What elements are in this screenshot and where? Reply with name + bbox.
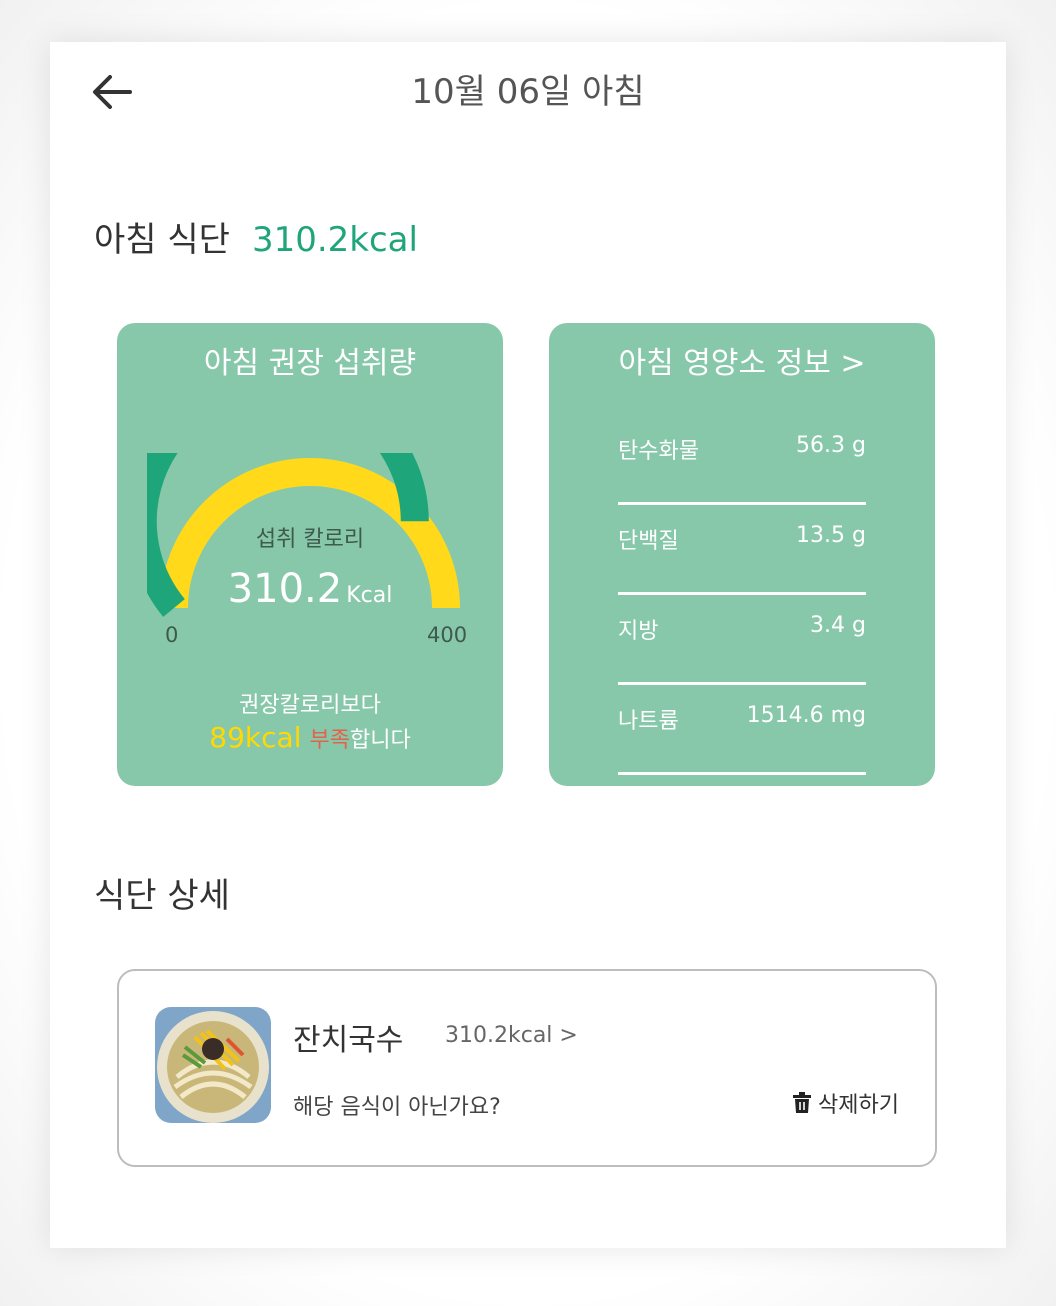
food-kcal-link[interactable]: 310.2kcal >: [445, 1023, 578, 1048]
food-thumbnail: [155, 1007, 271, 1123]
nutrient-value: 13.5 g: [796, 523, 866, 548]
delete-button[interactable]: 삭제하기: [792, 1087, 899, 1119]
delete-label: 삭제하기: [818, 1093, 899, 1118]
compare-result: 89kcal 부족합니다: [117, 721, 503, 754]
nutrition-info-card[interactable]: 아침 영양소 정보 > 탄수화물 56.3 g 단백질 13.5 g 지방 3.…: [549, 323, 935, 786]
gauge-value: 310.2 Kcal: [117, 566, 503, 612]
nutrition-info-title[interactable]: 아침 영양소 정보 >: [549, 343, 935, 385]
nutrient-name: 탄수화물: [618, 439, 699, 464]
nutrient-name: 단백질: [618, 529, 679, 554]
compare-suffix: 합니다: [349, 728, 411, 753]
gauge-unit: Kcal: [346, 583, 393, 608]
wrong-food-link[interactable]: 해당 음식이 아닌가요?: [293, 1089, 501, 1121]
recommended-intake-card: 아침 권장 섭취량 섭취 칼로리 310.2 Kcal 0 400 권장칼로리보다…: [117, 323, 503, 786]
compare-short: 부족: [309, 728, 350, 753]
nutrient-row-sodium: 나트륨 1514.6 mg: [618, 685, 866, 775]
nutrient-name: 지방: [618, 619, 659, 644]
compare-amount: 89kcal: [209, 721, 302, 754]
nutrient-name: 나트륨: [618, 709, 679, 734]
gauge-number: 310.2: [227, 566, 343, 612]
detail-section-title: 식단 상세: [94, 876, 230, 916]
nutrient-value: 1514.6 mg: [746, 703, 866, 728]
trash-icon: [793, 1092, 812, 1113]
page-title: 10월 06일 아침: [411, 72, 645, 112]
gauge-min-label: 0: [165, 623, 179, 647]
compare-text: 권장칼로리보다: [239, 693, 381, 718]
nutrient-value: 3.4 g: [810, 613, 866, 638]
noodle-dish-image: [155, 1007, 271, 1123]
nutrient-row-fat: 지방 3.4 g: [618, 595, 866, 685]
meal-total-kcal: 310.2kcal: [251, 220, 418, 260]
nutrient-row-carbs: 탄수화물 56.3 g: [618, 415, 866, 505]
recommended-intake-title: 아침 권장 섭취량: [203, 346, 417, 381]
meal-summary: 아침 식단 310.2kcal: [94, 218, 418, 262]
meal-label: 아침 식단: [94, 220, 230, 260]
app-screen: 10월 06일 아침 아침 식단 310.2kcal 아침 권장 섭취량 섭취 칼…: [50, 42, 1006, 1248]
food-item-card[interactable]: 잔치국수 310.2kcal > 해당 음식이 아닌가요? 삭제하기: [117, 969, 937, 1167]
food-name[interactable]: 잔치국수: [293, 1015, 403, 1059]
nutrient-row-protein: 단백질 13.5 g: [618, 505, 866, 595]
nutrient-list: 탄수화물 56.3 g 단백질 13.5 g 지방 3.4 g 나트륨 1514…: [618, 415, 866, 775]
nutrient-value: 56.3 g: [796, 433, 866, 458]
gauge-max-label: 400: [427, 623, 468, 647]
gauge-label: 섭취 칼로리: [255, 527, 365, 552]
